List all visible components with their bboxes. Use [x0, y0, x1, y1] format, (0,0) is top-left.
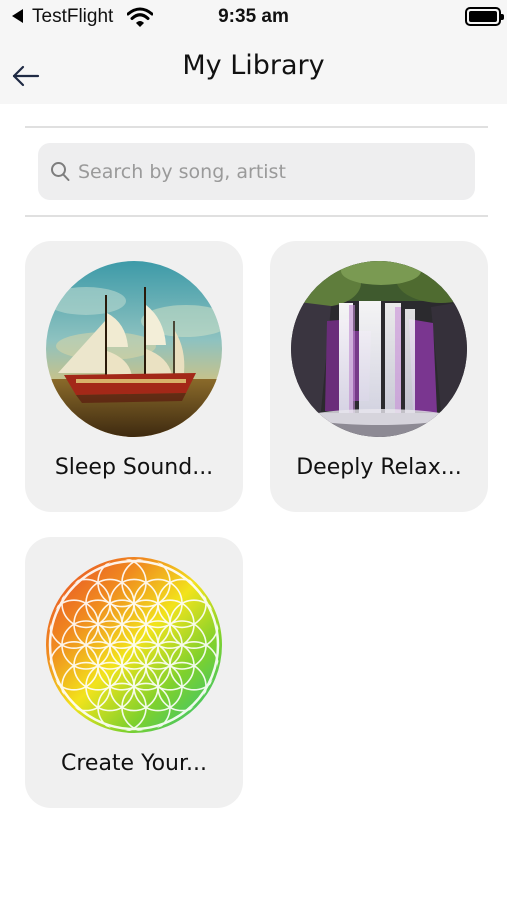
sailing-ship-artwork: [46, 261, 222, 437]
flower-of-life-artwork: [46, 557, 222, 733]
search-icon: [51, 162, 70, 181]
search-divider: [25, 215, 488, 217]
waterfall-artwork: [291, 261, 467, 437]
sailing-ship-image: [46, 261, 222, 437]
status-time: 9:35 am: [218, 6, 289, 27]
library-item-title: Create Your...: [60, 751, 208, 776]
search-box[interactable]: [38, 143, 475, 200]
battery-icon: [465, 7, 504, 26]
library-item-deeply-relax[interactable]: Deeply Relax...: [270, 241, 488, 512]
search-input[interactable]: [78, 143, 463, 200]
status-bar: TestFlight 9:35 am: [0, 0, 507, 36]
top-divider: [25, 126, 488, 128]
flower-of-life-image: [46, 557, 222, 733]
library-item-create-your[interactable]: Create Your...: [25, 537, 243, 808]
library-item-title: Sleep Sound...: [54, 455, 214, 480]
library-item-title: Deeply Relax...: [296, 455, 462, 480]
library-item-sleep-sound[interactable]: Sleep Sound...: [25, 241, 243, 512]
page-title: My Library: [182, 50, 325, 81]
waterfall-image: [291, 261, 467, 437]
nav-bar: My Library: [0, 36, 507, 104]
